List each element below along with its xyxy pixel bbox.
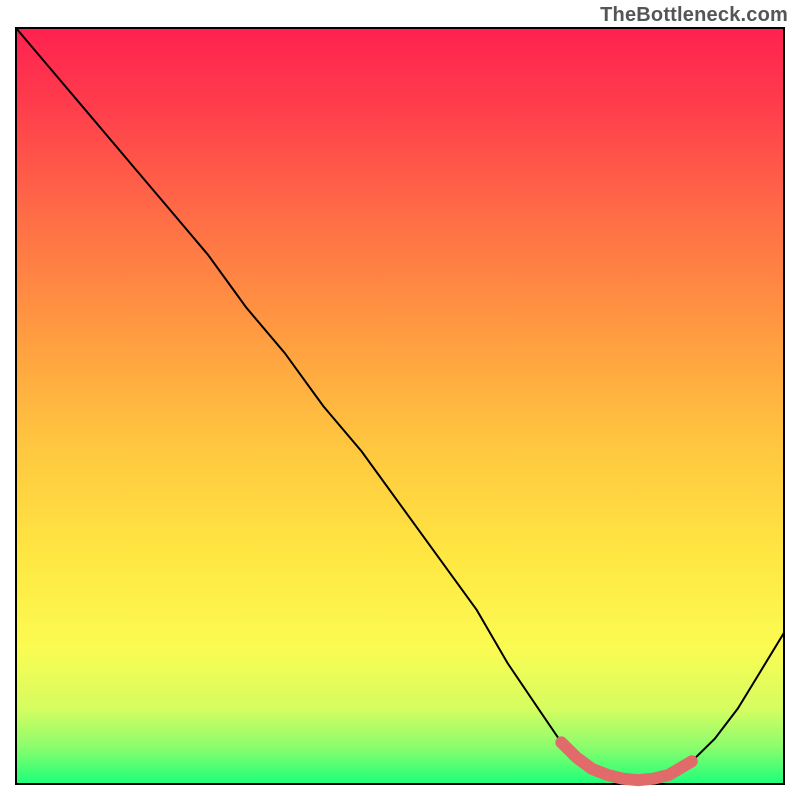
bottleneck-chart <box>0 0 800 800</box>
chart-canvas: TheBottleneck.com <box>0 0 800 800</box>
plot-area <box>16 28 784 784</box>
watermark-text: TheBottleneck.com <box>600 4 788 27</box>
